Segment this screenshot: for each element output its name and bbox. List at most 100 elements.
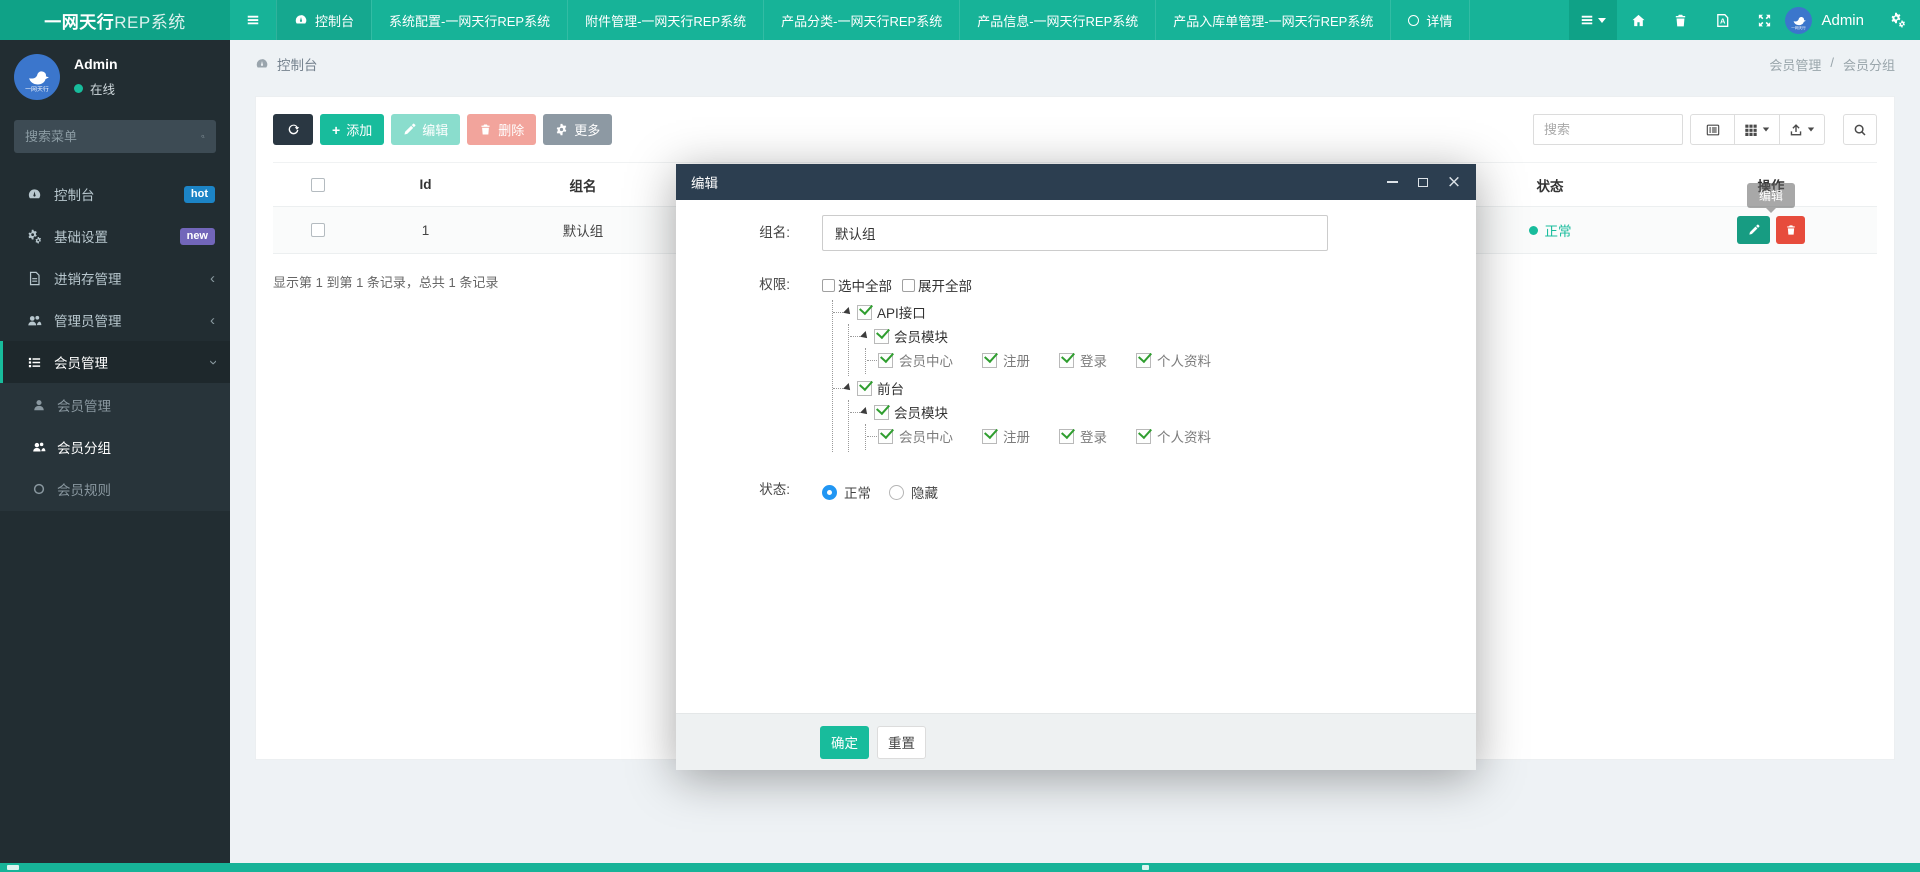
sidebar-subitem-member[interactable]: 会员管理 — [0, 384, 230, 426]
tree-checkbox[interactable] — [857, 305, 872, 320]
tab-attachment[interactable]: 附件管理-一网天行REP系统 — [567, 0, 763, 40]
row-delete-button[interactable] — [1776, 216, 1805, 244]
tab-product-inbound[interactable]: 产品入库单管理-一网天行REP系统 — [1155, 0, 1390, 40]
tree-leaf[interactable]: 会员中心 — [878, 350, 953, 370]
tree-node[interactable]: API接口 — [844, 300, 1240, 324]
check-all-checkbox[interactable] — [822, 279, 835, 292]
tab-product-category[interactable]: 产品分类-一网天行REP系统 — [763, 0, 959, 40]
tree-checkbox[interactable] — [857, 381, 872, 396]
member-submenu: 会员管理 会员分组 会员规则 — [0, 383, 230, 511]
pencil-icon — [1748, 224, 1760, 236]
close-icon[interactable]: × — [1447, 175, 1461, 189]
sidebar-item-member-manage[interactable]: 会员管理 ‹ — [0, 341, 230, 383]
select-all-checkbox[interactable] — [311, 178, 325, 192]
tabs-dropdown-button[interactable] — [1569, 0, 1617, 40]
tree-leaf[interactable]: 个人资料 — [1136, 350, 1211, 370]
list-alt-icon — [1706, 123, 1720, 137]
refresh-button[interactable] — [273, 114, 313, 145]
maximize-icon[interactable] — [1416, 175, 1430, 189]
status-option-hidden[interactable]: 隐藏 — [889, 482, 938, 502]
tree-collapse-icon[interactable] — [843, 383, 853, 393]
more-button[interactable]: 更多 — [543, 114, 612, 145]
search-button[interactable] — [1843, 114, 1877, 145]
export-button[interactable] — [1780, 114, 1825, 145]
settings-button[interactable] — [1876, 0, 1920, 40]
menu-search-input[interactable] — [25, 129, 201, 144]
tree-checkbox[interactable] — [1136, 429, 1151, 444]
tree-node[interactable]: 会员模块 — [861, 400, 1240, 424]
sidebar-item-base-settings[interactable]: 基础设置 new — [0, 215, 230, 257]
tree-node[interactable]: 会员模块 — [861, 324, 1240, 348]
home-button[interactable] — [1617, 0, 1659, 40]
cell-id: 1 — [363, 223, 488, 238]
sidebar-item-admin-manage[interactable]: 管理员管理 ‹ — [0, 299, 230, 341]
avatar[interactable] — [14, 54, 60, 100]
tree-checkbox[interactable] — [1136, 353, 1151, 368]
tree-node[interactable]: 前台 — [844, 376, 1240, 400]
chevron-left-icon: ‹ — [210, 313, 215, 328]
tree-leaf[interactable]: 个人资料 — [1136, 426, 1211, 446]
app-logo[interactable]: 一网天行REP系统 — [0, 0, 230, 40]
tree-leaf[interactable]: 登录 — [1059, 350, 1107, 370]
tree-checkbox[interactable] — [982, 429, 997, 444]
header-name[interactable]: 组名 — [488, 175, 678, 195]
tree-checkbox[interactable] — [874, 329, 889, 344]
sidebar-username: Admin — [74, 56, 118, 72]
top-navbar: 一网天行REP系统 控制台 系统配置-一网天行REP系统 附件管理-一网天行RE… — [0, 0, 1920, 40]
delete-button[interactable]: 删除 — [467, 114, 536, 145]
clear-cache-button[interactable] — [1659, 0, 1701, 40]
language-button[interactable] — [1701, 0, 1743, 40]
check-all-option[interactable]: 选中全部 — [822, 275, 892, 295]
sidebar-item-dashboard[interactable]: 控制台 hot — [0, 173, 230, 215]
breadcrumb-current: 会员分组 — [1843, 55, 1895, 74]
tree-checkbox[interactable] — [874, 405, 889, 420]
sidebar-toggle-button[interactable] — [230, 0, 276, 40]
tree-collapse-icon[interactable] — [860, 331, 870, 341]
sidebar-item-inventory[interactable]: 进销存管理 ‹ — [0, 257, 230, 299]
tab-system-config[interactable]: 系统配置-一网天行REP系统 — [371, 0, 567, 40]
tree-leaf[interactable]: 会员中心 — [878, 426, 953, 446]
breadcrumb-right: 会员管理 / 会员分组 — [1769, 55, 1895, 74]
dialog-titlebar[interactable]: 编辑 × — [676, 164, 1476, 200]
columns-button[interactable] — [1735, 114, 1780, 145]
chevron-left-icon: ‹ — [210, 271, 215, 286]
cogs-icon — [1890, 12, 1906, 28]
ok-button[interactable]: 确定 — [820, 726, 869, 759]
tree-leaf[interactable]: 注册 — [982, 426, 1030, 446]
tab-detail[interactable]: 详情 — [1390, 0, 1470, 40]
tree-checkbox[interactable] — [1059, 353, 1074, 368]
edit-button[interactable]: 编辑 — [391, 114, 460, 145]
breadcrumb-parent[interactable]: 会员管理 — [1769, 55, 1821, 74]
tree-leaf[interactable]: 注册 — [982, 350, 1030, 370]
tree-collapse-icon[interactable] — [860, 407, 870, 417]
row-edit-button[interactable] — [1737, 216, 1770, 244]
status-option-normal[interactable]: 正常 — [822, 482, 871, 502]
radio-checked-icon[interactable] — [822, 485, 837, 500]
sidebar-subitem-member-rule[interactable]: 会员规则 — [0, 468, 230, 510]
tree-checkbox[interactable] — [982, 353, 997, 368]
expand-all-option[interactable]: 展开全部 — [902, 275, 972, 295]
expand-all-checkbox[interactable] — [902, 279, 915, 292]
language-icon — [1715, 13, 1730, 28]
fullscreen-button[interactable] — [1743, 0, 1785, 40]
group-name-input[interactable] — [822, 215, 1328, 251]
minimize-icon[interactable] — [1385, 175, 1399, 189]
table-search-input[interactable] — [1533, 114, 1683, 145]
row-checkbox[interactable] — [311, 223, 325, 237]
tree-collapse-icon[interactable] — [843, 307, 853, 317]
reset-button[interactable]: 重置 — [877, 726, 926, 759]
caret-down-icon — [1808, 128, 1814, 132]
detail-view-button[interactable] — [1690, 114, 1735, 145]
add-button[interactable]: +添加 — [320, 114, 384, 145]
header-id[interactable]: Id — [363, 177, 488, 192]
tree-checkbox[interactable] — [878, 429, 893, 444]
radio-unchecked-icon[interactable] — [889, 485, 904, 500]
navbar-username[interactable]: Admin — [1821, 12, 1864, 29]
sidebar-subitem-member-group[interactable]: 会员分组 — [0, 426, 230, 468]
tree-checkbox[interactable] — [1059, 429, 1074, 444]
tree-checkbox[interactable] — [878, 353, 893, 368]
tree-leaf[interactable]: 登录 — [1059, 426, 1107, 446]
navbar-avatar[interactable] — [1785, 7, 1812, 34]
tab-dashboard[interactable]: 控制台 — [276, 0, 371, 40]
tab-product-info[interactable]: 产品信息-一网天行REP系统 — [959, 0, 1155, 40]
